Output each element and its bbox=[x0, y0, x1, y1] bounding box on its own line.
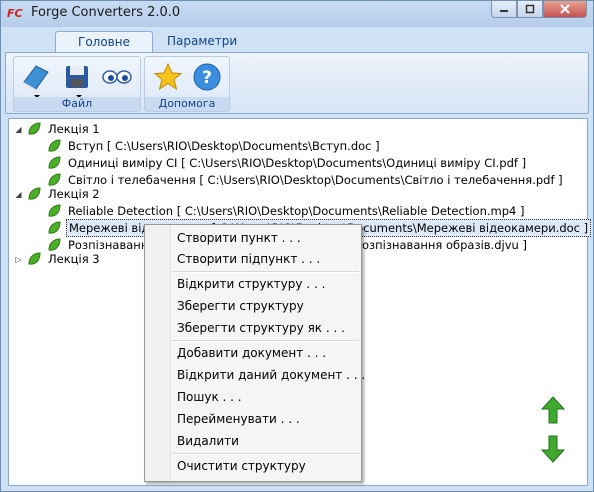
tree-node-document[interactable]: Світло і телебачення [ C:\Users\RIO\Desk… bbox=[46, 172, 565, 188]
ribbon-group-file: Файл bbox=[13, 56, 141, 112]
maximize-icon bbox=[525, 4, 535, 14]
minimize-icon bbox=[500, 10, 508, 12]
window-controls bbox=[491, 1, 587, 19]
view-button[interactable] bbox=[100, 60, 134, 94]
move-down-button[interactable] bbox=[540, 434, 566, 464]
tree-node-label: Вступ [ C:\Users\RIO\Desktop\Documents\В… bbox=[68, 139, 380, 153]
menu-item-save-structure[interactable]: Зберегти структуру bbox=[177, 296, 304, 316]
ribbon-group-help: ? Допомога bbox=[144, 56, 230, 112]
expand-icon[interactable]: ▷ bbox=[14, 255, 23, 264]
context-menu: Створити пункт . . . Створити підпункт .… bbox=[144, 224, 365, 482]
tree-node-lecture-2[interactable]: Лекція 2 bbox=[26, 186, 102, 202]
book-icon bbox=[23, 65, 49, 91]
ribbon: Файл ? Допомога bbox=[5, 52, 589, 114]
leaf-icon bbox=[46, 138, 62, 154]
tree-node-label: Лекція 3 bbox=[48, 252, 100, 266]
star-icon bbox=[153, 62, 183, 91]
menu-item-clear-structure[interactable]: Очистити структуру bbox=[177, 456, 306, 476]
floppy-disk-icon bbox=[66, 66, 88, 88]
minimize-button[interactable] bbox=[491, 1, 517, 18]
tree-node-label-overflow: озпізнавання образів.djvu ] bbox=[360, 237, 529, 253]
tree-node-label: Одиниці виміру СІ [ C:\Users\RIO\Desktop… bbox=[68, 156, 527, 170]
menu-item-save-structure-as[interactable]: Зберегти структуру як . . . bbox=[177, 318, 345, 338]
ribbon-tabs: Головне меню Параметри bbox=[1, 31, 593, 70]
ribbon-group-label-help: Допомога bbox=[145, 97, 229, 111]
tree-node-label-suffix: озпізнавання образів.djvu ] bbox=[362, 238, 527, 252]
tree-node-document[interactable]: Reliable Detection [ C:\Users\RIO\Deskto… bbox=[46, 203, 526, 219]
close-icon bbox=[560, 4, 570, 14]
arrow-up-icon bbox=[540, 396, 566, 424]
ribbon-group-label-file: Файл bbox=[14, 97, 140, 111]
tab-parameters[interactable]: Параметри bbox=[159, 31, 245, 53]
menu-separator bbox=[172, 340, 359, 342]
leaf-icon bbox=[26, 186, 42, 202]
menu-separator bbox=[172, 271, 359, 273]
title-bar: FC Forge Converters 2.0.0 bbox=[1, 1, 593, 27]
tree-node-document[interactable]: Одиниці виміру СІ [ C:\Users\RIO\Desktop… bbox=[46, 155, 528, 171]
leaf-icon bbox=[26, 121, 42, 137]
move-up-button[interactable] bbox=[540, 395, 566, 425]
leaf-icon bbox=[46, 220, 62, 236]
menu-item-search[interactable]: Пошук . . . bbox=[177, 387, 242, 407]
close-button[interactable] bbox=[543, 1, 587, 18]
menu-separator bbox=[172, 453, 359, 455]
tree-node-label: Reliable Detection [ C:\Users\RIO\Deskto… bbox=[68, 204, 525, 218]
tree-node-document[interactable]: Вступ [ C:\Users\RIO\Desktop\Documents\В… bbox=[46, 138, 382, 154]
collapse-icon[interactable]: ◢ bbox=[14, 125, 23, 134]
collapse-icon[interactable]: ◢ bbox=[14, 190, 23, 199]
tree-node-label: Світло і телебачення [ C:\Users\RIO\Desk… bbox=[68, 173, 563, 187]
menu-item-open-document[interactable]: Відкрити даний документ . . . bbox=[177, 365, 365, 385]
menu-item-add-document[interactable]: Добавити документ . . . bbox=[177, 343, 326, 363]
leaf-icon bbox=[46, 155, 62, 171]
menu-item-open-structure[interactable]: Відкрити структуру . . . bbox=[177, 274, 325, 294]
arrow-down-icon bbox=[540, 435, 566, 463]
save-button[interactable] bbox=[60, 60, 94, 98]
svg-text:?: ? bbox=[202, 68, 212, 88]
app-window: FC Forge Converters 2.0.0 Головне меню П… bbox=[0, 0, 594, 492]
tree-node-lecture-1[interactable]: Лекція 1 bbox=[26, 121, 102, 137]
help-icon: ? bbox=[193, 63, 221, 91]
help-button[interactable]: ? bbox=[190, 60, 224, 94]
menu-item-rename[interactable]: Перейменувати . . . bbox=[177, 409, 300, 429]
menu-item-create-item[interactable]: Створити пункт . . . bbox=[177, 228, 301, 248]
tab-main-menu[interactable]: Головне меню bbox=[55, 31, 153, 70]
tree-node-label: Лекція 1 bbox=[48, 122, 100, 136]
open-book-button[interactable] bbox=[18, 60, 52, 98]
leaf-icon bbox=[46, 203, 62, 219]
maximize-button[interactable] bbox=[517, 1, 543, 18]
context-menu-icon-column bbox=[145, 225, 171, 481]
menu-item-create-subitem[interactable]: Створити підпункт . . . bbox=[177, 249, 320, 269]
tree-node-lecture-3[interactable]: Лекція 3 bbox=[26, 251, 102, 267]
app-logo: FC bbox=[7, 7, 23, 20]
tree-node-label: Лекція 2 bbox=[48, 187, 100, 201]
eyes-icon bbox=[102, 70, 132, 84]
leaf-icon bbox=[26, 251, 42, 267]
window-title: Forge Converters 2.0.0 bbox=[31, 5, 181, 20]
favorites-button[interactable] bbox=[151, 60, 185, 94]
menu-item-delete[interactable]: Видалити bbox=[177, 431, 239, 451]
